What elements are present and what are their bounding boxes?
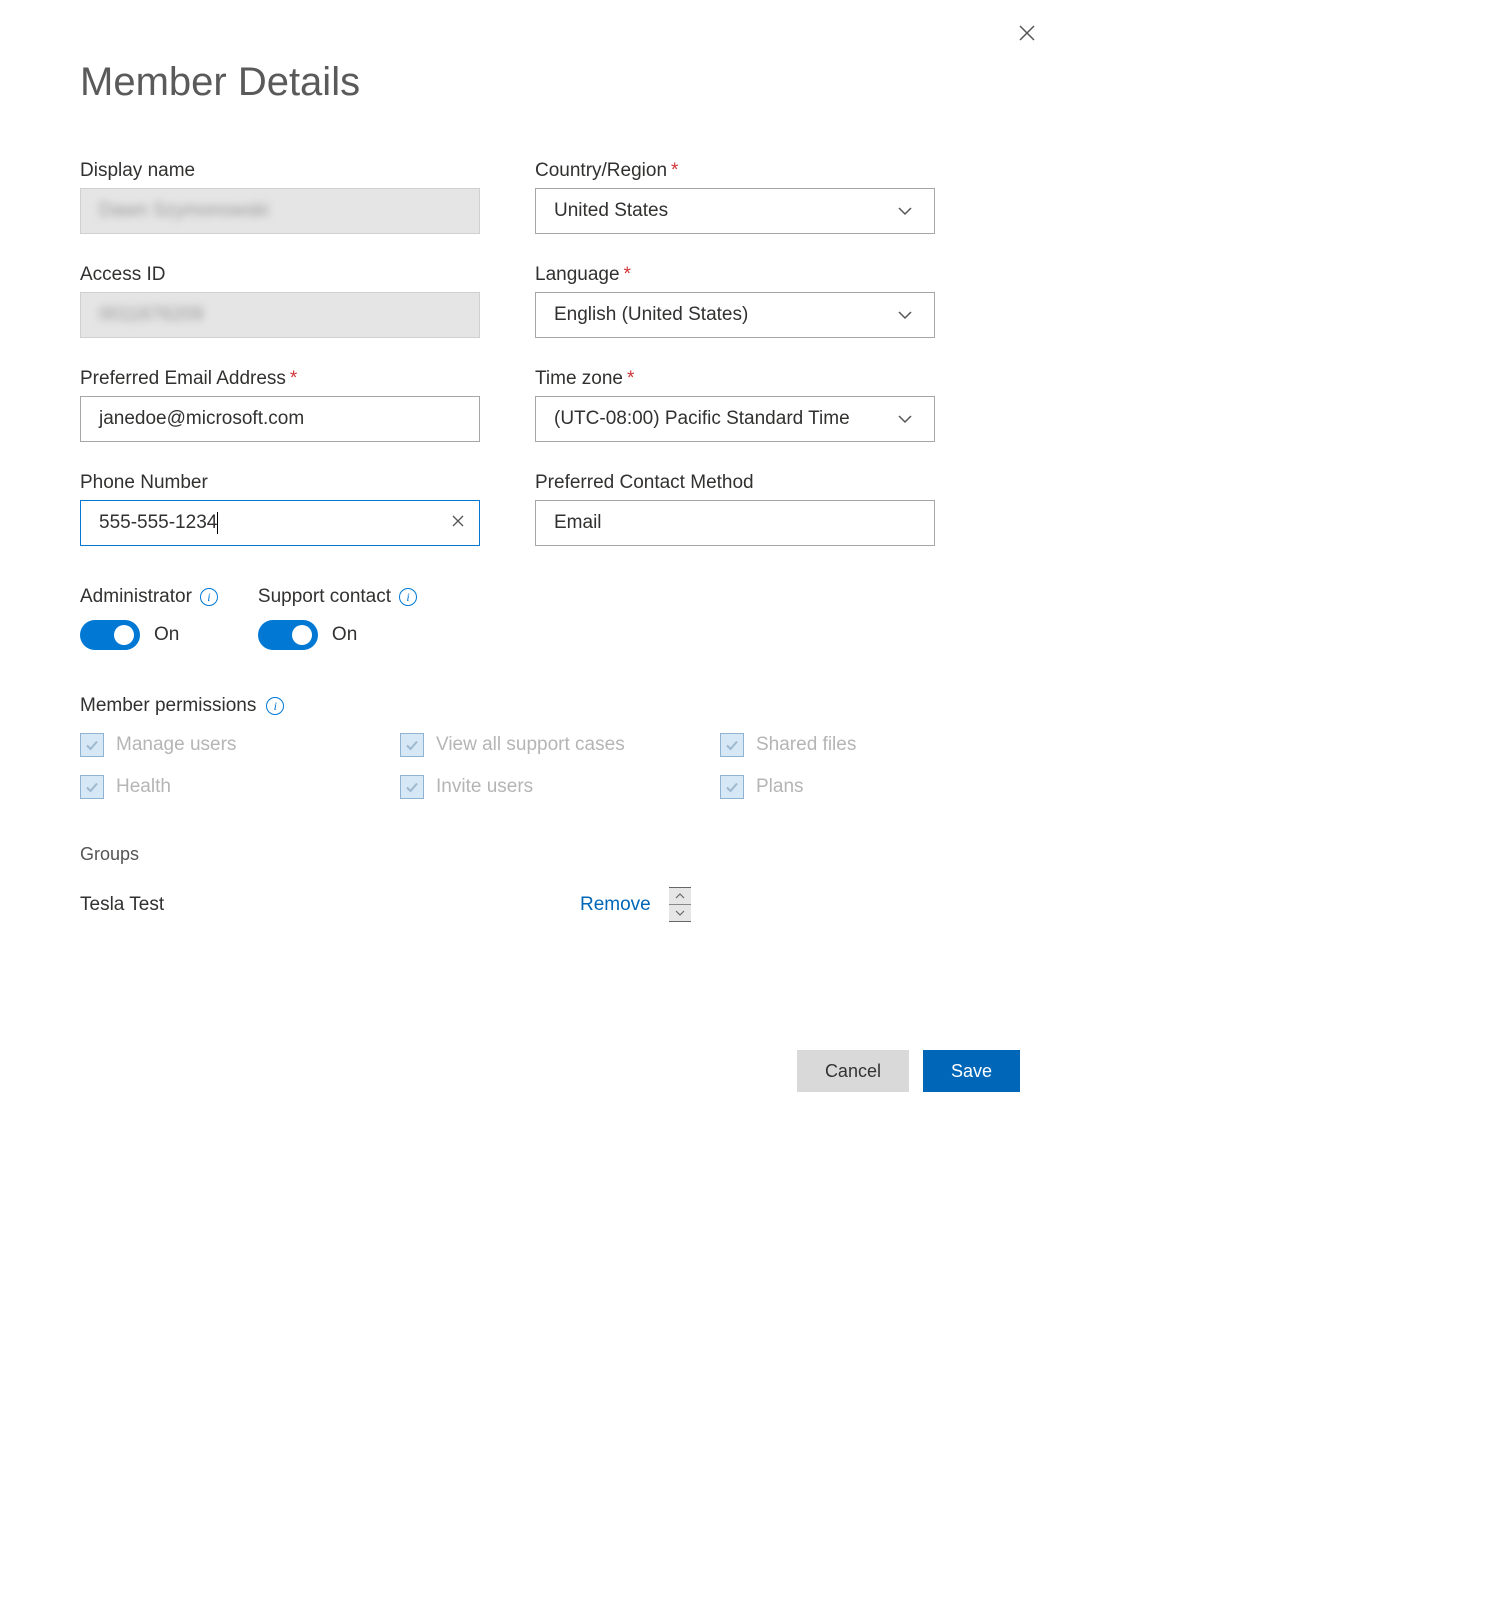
language-select[interactable]: English (United States)	[535, 292, 935, 338]
timezone-field: Time zone* (UTC-08:00) Pacific Standard …	[535, 368, 935, 442]
permissions-section: Member permissions i Manage users View a…	[80, 695, 980, 799]
phone-field: Phone Number 555-555-1234	[80, 472, 480, 546]
administrator-role: Administrator i On	[80, 586, 218, 650]
checkbox[interactable]	[720, 733, 744, 757]
administrator-label: Administrator	[80, 586, 192, 608]
group-order-stepper	[669, 887, 691, 922]
email-label: Preferred Email Address*	[80, 368, 480, 390]
phone-label: Phone Number	[80, 472, 480, 494]
group-row: Tesla Test Remove	[80, 887, 980, 922]
timezone-select[interactable]: (UTC-08:00) Pacific Standard Time	[535, 396, 935, 442]
chevron-down-icon	[894, 408, 916, 430]
chevron-down-icon[interactable]	[669, 905, 691, 921]
info-icon[interactable]: i	[399, 588, 417, 606]
permissions-title: Member permissions	[80, 695, 256, 717]
contact-method-field: Preferred Contact Method Email	[535, 472, 935, 546]
chevron-up-icon[interactable]	[669, 888, 691, 904]
access-id-field: Access ID 0011676209	[80, 264, 480, 338]
support-contact-state: On	[332, 624, 357, 646]
display-name-label: Display name	[80, 160, 480, 182]
access-id-input: 0011676209	[80, 292, 480, 338]
access-id-label: Access ID	[80, 264, 480, 286]
clear-icon[interactable]	[451, 512, 465, 534]
email-field: Preferred Email Address* janedoe@microso…	[80, 368, 480, 442]
timezone-label: Time zone*	[535, 368, 935, 390]
language-label: Language*	[535, 264, 935, 286]
checkbox[interactable]	[400, 733, 424, 757]
checkbox[interactable]	[720, 775, 744, 799]
support-contact-label: Support contact	[258, 586, 391, 608]
country-field: Country/Region* United States	[535, 160, 935, 234]
checkbox[interactable]	[400, 775, 424, 799]
contact-method-input[interactable]: Email	[535, 500, 935, 546]
chevron-down-icon	[894, 304, 916, 326]
checkbox[interactable]	[80, 775, 104, 799]
administrator-toggle[interactable]	[80, 620, 140, 650]
perm-manage-users: Manage users	[80, 733, 400, 757]
language-field: Language* English (United States)	[535, 264, 935, 338]
support-contact-toggle[interactable]	[258, 620, 318, 650]
perm-shared-files: Shared files	[720, 733, 940, 757]
display-name-field: Display name Dawn Szymonowski	[80, 160, 480, 234]
page-title: Member Details	[80, 60, 980, 105]
close-button[interactable]	[1014, 20, 1040, 46]
administrator-state: On	[154, 624, 179, 646]
checkbox[interactable]	[80, 733, 104, 757]
cancel-button[interactable]: Cancel	[797, 1050, 909, 1092]
perm-health: Health	[80, 775, 400, 799]
chevron-down-icon	[894, 200, 916, 222]
display-name-input: Dawn Szymonowski	[80, 188, 480, 234]
contact-method-label: Preferred Contact Method	[535, 472, 935, 494]
groups-section: Groups Tesla Test Remove	[80, 844, 980, 922]
support-contact-role: Support contact i On	[258, 586, 417, 650]
footer: Cancel Save	[797, 1050, 1020, 1092]
group-name: Tesla Test	[80, 894, 580, 916]
perm-view-support: View all support cases	[400, 733, 720, 757]
email-input[interactable]: janedoe@microsoft.com	[80, 396, 480, 442]
groups-title: Groups	[80, 844, 980, 865]
info-icon[interactable]: i	[266, 697, 284, 715]
perm-invite-users: Invite users	[400, 775, 720, 799]
remove-link[interactable]: Remove	[580, 894, 651, 916]
info-icon[interactable]: i	[200, 588, 218, 606]
phone-input[interactable]: 555-555-1234	[80, 500, 480, 546]
country-label: Country/Region*	[535, 160, 935, 182]
perm-plans: Plans	[720, 775, 940, 799]
country-select[interactable]: United States	[535, 188, 935, 234]
save-button[interactable]: Save	[923, 1050, 1020, 1092]
